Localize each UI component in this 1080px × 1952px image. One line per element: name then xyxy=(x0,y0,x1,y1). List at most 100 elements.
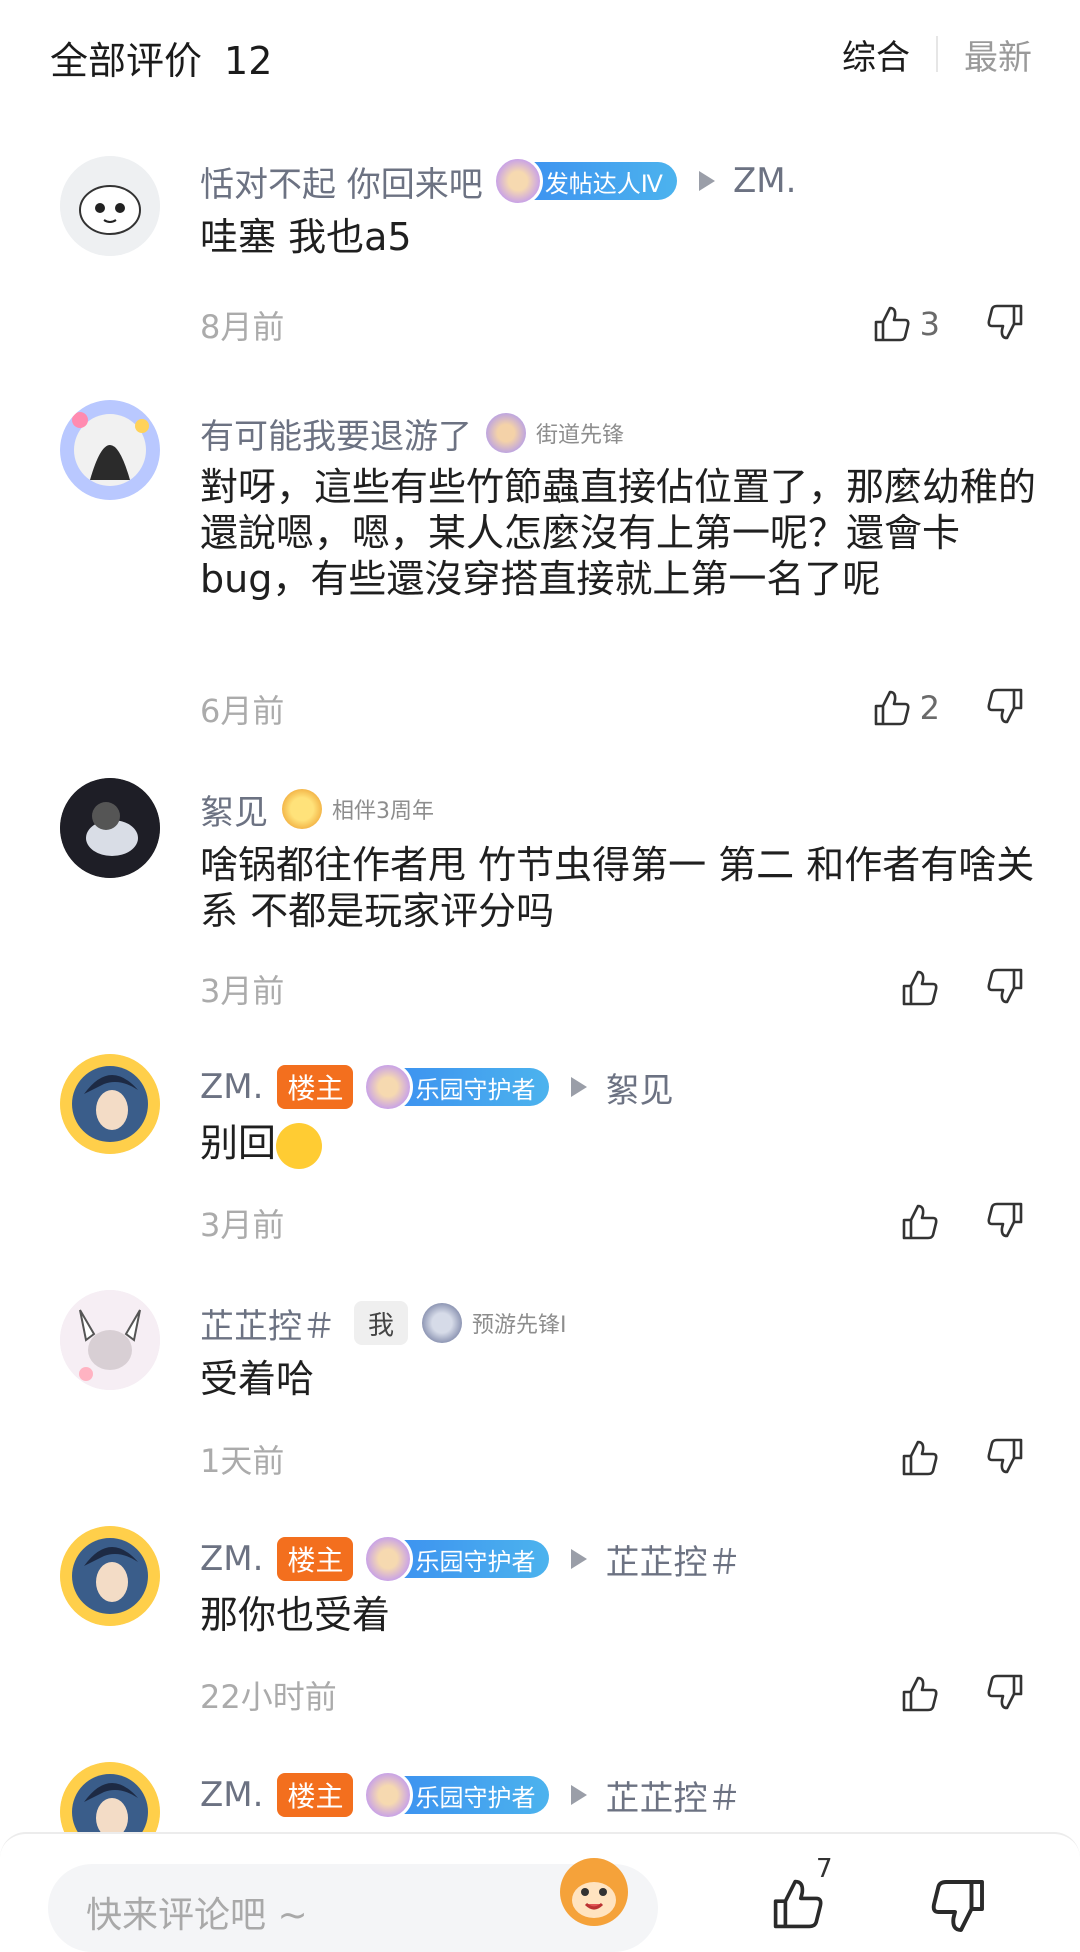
sort-tabs: 综合 最新 xyxy=(842,30,1032,79)
comment-body: 啥锅都往作者甩 竹节虫得第一 第二 和作者有啥关系 不都是玩家评分吗 xyxy=(200,843,1035,933)
reply-arrow-icon xyxy=(698,171,715,191)
comment-time: 22小时前 xyxy=(200,1678,337,1716)
thumbs-up-icon[interactable] xyxy=(770,1876,826,1932)
comments-title: 全部评价 12 xyxy=(50,30,272,85)
badge-label: 乐园守护者 xyxy=(415,1547,536,1576)
badge-label: 街道先锋 xyxy=(536,423,625,448)
avatar[interactable] xyxy=(60,1054,160,1154)
like-count: 7 xyxy=(816,1854,833,1884)
user-name[interactable]: ZM. xyxy=(200,1067,263,1107)
user-name[interactable]: 芷芷控＃ xyxy=(200,1299,336,1348)
like-button[interactable] xyxy=(900,1438,940,1478)
self-tag: 我 xyxy=(354,1301,409,1345)
comment-time: 3月前 xyxy=(200,972,285,1010)
catgirl-avatar-icon xyxy=(60,1290,160,1390)
comment-time: 8月前 xyxy=(200,308,285,346)
badge-medal-icon xyxy=(486,413,526,453)
anime-avatar-icon xyxy=(60,1762,160,1832)
badge-medal-icon xyxy=(492,156,543,206)
tab-comprehensive[interactable]: 综合 xyxy=(842,30,910,79)
cat-avatar-icon xyxy=(60,156,160,256)
like-button[interactable] xyxy=(900,1202,940,1242)
like-button[interactable]: 3 xyxy=(872,304,940,344)
avatar[interactable] xyxy=(60,1526,160,1626)
comment-header: ZM. 楼主 乐园守护者 絮见 xyxy=(200,1062,673,1112)
anime-avatar-icon xyxy=(60,1054,160,1154)
user-badge: 乐园守护者 xyxy=(363,1534,550,1584)
comment-body: 哇塞 我也a5 xyxy=(200,215,412,259)
comment-header: 有可能我要退游了 街道先锋 xyxy=(200,409,625,458)
comment-body: 那你也受着 xyxy=(200,1593,391,1637)
avatar[interactable] xyxy=(60,778,160,878)
user-name[interactable]: ZM. xyxy=(200,1539,263,1579)
reply-target-name[interactable]: 絮见 xyxy=(605,1063,673,1112)
anime-avatar-icon xyxy=(60,1526,160,1626)
user-name[interactable]: ZM. xyxy=(200,1775,263,1815)
comment-header: 芷芷控＃ 我 预游先锋Ⅰ xyxy=(200,1299,567,1348)
reply-target-name[interactable]: 芷芷控＃ xyxy=(605,1535,741,1584)
badge-medal-icon xyxy=(363,1062,414,1112)
comment-time: 1天前 xyxy=(200,1442,285,1480)
thumbs-up-icon xyxy=(874,690,910,726)
badge-medal-icon xyxy=(422,1303,463,1343)
user-name[interactable]: 恬对不起 你回来吧 xyxy=(200,157,483,206)
badge-medal-icon xyxy=(363,1770,414,1820)
owner-tag: 楼主 xyxy=(277,1065,354,1109)
thumbs-up-icon xyxy=(902,1204,938,1240)
thumbs-up-icon xyxy=(902,1676,938,1712)
like-button[interactable] xyxy=(900,1674,940,1714)
badge-label: 发帖达人Ⅳ xyxy=(544,169,663,198)
user-badge: 乐园守护者 xyxy=(363,1062,550,1112)
comments-header: 全部评价 12 综合 最新 xyxy=(0,0,1080,112)
bottom-action-bar: 快来评论吧 ~ 7 xyxy=(0,1832,1080,1952)
avatar[interactable] xyxy=(60,400,160,500)
comment-header: ZM. 楼主 乐园守护者 芷芷控＃ xyxy=(200,1534,741,1584)
comments-count: 12 xyxy=(224,39,273,83)
comment-time: 6月前 xyxy=(200,692,285,730)
avatar[interactable] xyxy=(60,156,160,256)
sort-divider xyxy=(936,36,938,72)
like-button[interactable]: 2 xyxy=(872,688,940,728)
badge-medal-icon xyxy=(363,1534,414,1584)
like-button[interactable] xyxy=(900,968,940,1008)
thumbs-down-icon[interactable] xyxy=(928,1876,988,1936)
comment-body: 對呀，這些有些竹節蟲直接佔位置了，那麼幼稚的還說嗯，嗯，某人怎麼沒有上第一呢？還… xyxy=(200,465,1037,601)
badge-label: 乐园守护者 xyxy=(415,1783,536,1812)
tab-latest[interactable]: 最新 xyxy=(964,30,1032,79)
thumbs-down-icon[interactable] xyxy=(985,686,1025,726)
badge-label: 相伴3周年 xyxy=(332,799,434,824)
thumbs-down-icon[interactable] xyxy=(985,966,1025,1006)
comment-text: 别回 xyxy=(200,1121,277,1165)
badge-label: 乐园守护者 xyxy=(415,1075,536,1104)
comment-time: 3月前 xyxy=(200,1206,285,1244)
reply-target-name[interactable]: 芷芷控＃ xyxy=(605,1771,741,1820)
mascot-emoji-icon[interactable] xyxy=(552,1846,636,1930)
thumbs-down-icon[interactable] xyxy=(985,1436,1025,1476)
comment-body: 受着哈 xyxy=(200,1357,315,1401)
photo-avatar-icon xyxy=(60,778,160,878)
like-count: 2 xyxy=(919,689,940,727)
comments-title-label: 全部评价 xyxy=(50,39,203,83)
avatar[interactable] xyxy=(60,1762,160,1832)
owner-tag: 楼主 xyxy=(277,1537,354,1581)
user-name[interactable]: 有可能我要退游了 xyxy=(200,409,472,458)
thumbs-up-icon xyxy=(902,970,938,1006)
thumbs-up-icon xyxy=(902,1440,938,1476)
comment-body: 别回 xyxy=(200,1120,1040,1169)
thumbs-up-icon xyxy=(874,306,910,342)
user-name[interactable]: 絮见 xyxy=(200,785,268,834)
reply-arrow-icon xyxy=(571,1785,588,1805)
comment-header: ZM. 楼主 乐园守护者 芷芷控＃ xyxy=(200,1770,741,1820)
comment-header: 恬对不起 你回来吧 发帖达人Ⅳ ZM. xyxy=(200,156,796,206)
reply-target-name[interactable]: ZM. xyxy=(733,161,796,201)
thumbs-down-icon[interactable] xyxy=(985,302,1025,342)
anniversary-medal-icon xyxy=(282,789,322,829)
reply-arrow-icon xyxy=(571,1077,588,1097)
thumbs-down-icon[interactable] xyxy=(985,1200,1025,1240)
comment-list: 恬对不起 你回来吧 发帖达人Ⅳ ZM. 哇塞 我也a5 8月前 3 有可能我要退… xyxy=(0,112,1080,1832)
laughing-emoji-icon xyxy=(276,1122,323,1169)
avatar[interactable] xyxy=(60,1290,160,1390)
comment-input-placeholder: 快来评论吧 ~ xyxy=(86,1895,308,1936)
like-count: 3 xyxy=(919,305,940,343)
thumbs-down-icon[interactable] xyxy=(985,1672,1025,1712)
